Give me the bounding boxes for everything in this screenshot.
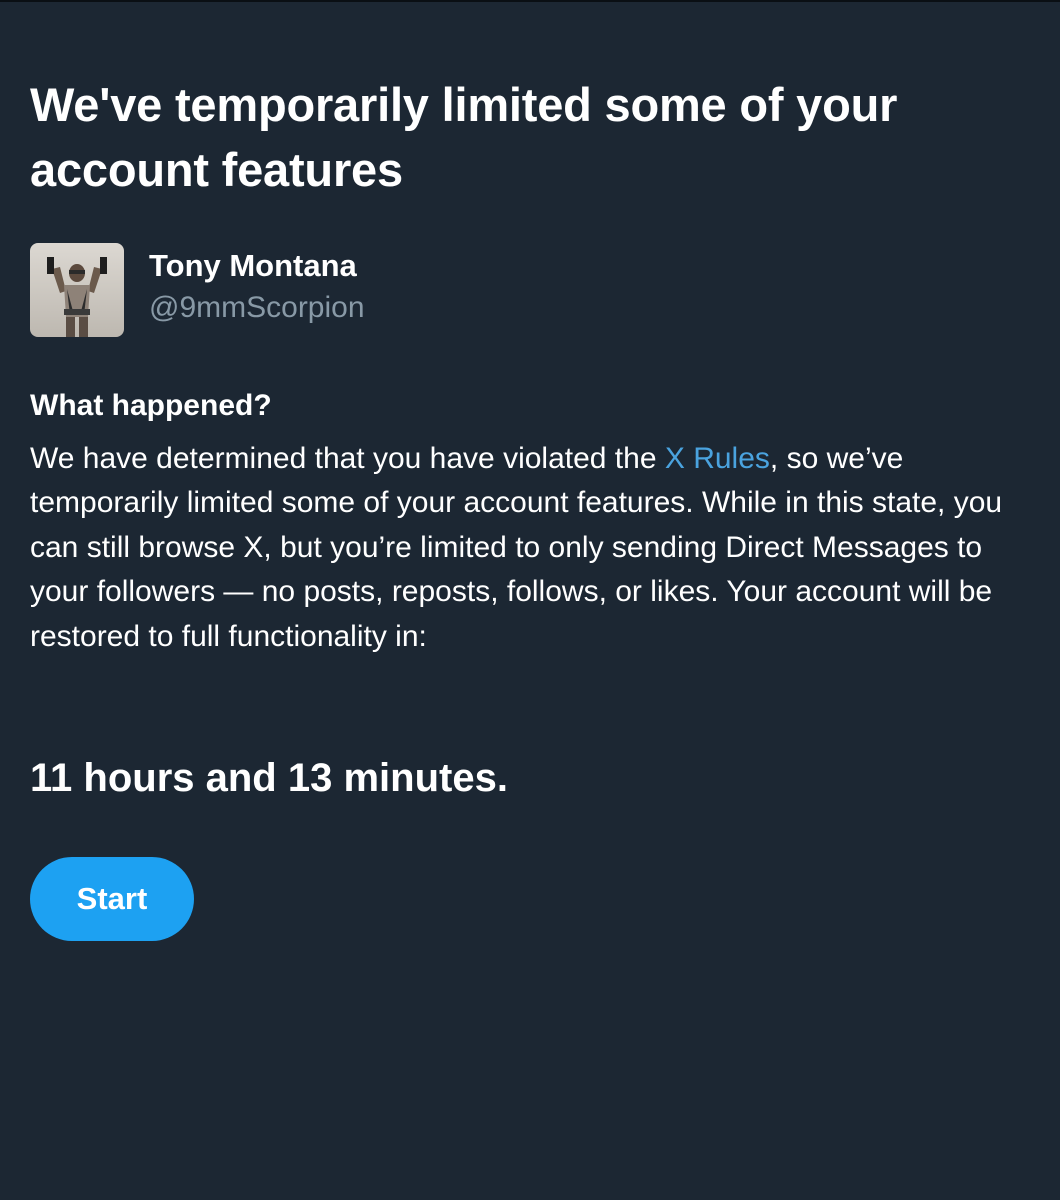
display-name: Tony Montana [149, 248, 357, 283]
account-profile: Tony Montana @9mmScorpion [30, 243, 365, 337]
page-title: We've temporarily limited some of your a… [30, 78, 898, 196]
x-rules-link[interactable]: X Rules [665, 442, 770, 475]
what-happened-heading: What happened? [30, 389, 272, 422]
top-border [0, 0, 1060, 2]
notice-text-before-link: We have determined that you have violate… [30, 442, 665, 475]
avatar [30, 243, 124, 337]
restriction-countdown: 11 hours and 13 minutes. [30, 756, 508, 800]
user-handle: @9mmScorpion [149, 291, 365, 324]
start-button[interactable]: Start [30, 857, 194, 941]
user-meta: Tony Montana @9mmScorpion [149, 243, 365, 328]
notice-body: We have determined that you have violate… [30, 437, 1040, 659]
avatar-image [30, 243, 124, 337]
